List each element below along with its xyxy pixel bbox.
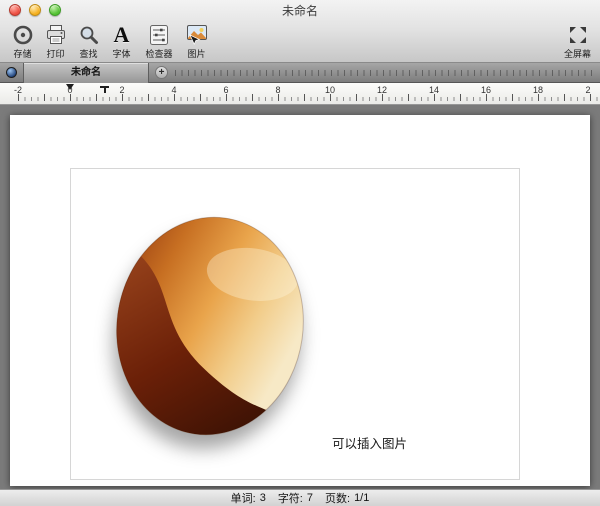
picture-button[interactable]: 图片: [180, 21, 213, 61]
magnifier-icon: [78, 22, 100, 47]
print-icon: [44, 22, 68, 47]
inspector-label: 检查器: [145, 47, 172, 60]
tab-stop-marker[interactable]: [100, 86, 109, 94]
ruler-label: 6: [223, 85, 228, 95]
page[interactable]: 可以插入图片: [10, 115, 590, 486]
find-button[interactable]: 查找: [72, 21, 105, 61]
find-label: 查找: [79, 47, 97, 60]
print-button[interactable]: 打印: [39, 21, 72, 61]
font-a-icon: A: [114, 22, 130, 47]
fullscreen-arrows-icon: [568, 22, 588, 47]
ruler-label: 8: [275, 85, 280, 95]
zoom-button[interactable]: [49, 4, 61, 16]
print-label: 打印: [46, 47, 64, 60]
save-button[interactable]: 存储: [6, 21, 39, 61]
font-button[interactable]: A 字体: [105, 21, 138, 61]
inspector-button[interactable]: 检查器: [138, 21, 180, 61]
tab-untitled[interactable]: 未命名: [23, 63, 149, 83]
coffee-bean-image[interactable]: [110, 211, 310, 441]
toolbar: 存储 打印: [0, 20, 600, 62]
title-bar[interactable]: 未命名: [0, 0, 600, 20]
fullscreen-label: 全屏幕: [564, 47, 591, 60]
app-window: 未命名 存储: [0, 0, 600, 506]
save-label: 存储: [13, 47, 31, 60]
picture-label: 图片: [187, 47, 205, 60]
font-label: 字体: [112, 47, 130, 60]
minimize-button[interactable]: [29, 4, 41, 16]
status-bar: 单词: 3 字符: 7 页数: 1/1: [0, 489, 600, 506]
document-area: 可以插入图片: [0, 105, 600, 489]
ruler-label: 10: [325, 85, 335, 95]
words-value: 3: [260, 492, 266, 504]
pages-value: 1/1: [354, 492, 369, 504]
save-icon: [12, 22, 34, 47]
add-tab-button[interactable]: +: [155, 66, 168, 79]
ruler[interactable]: -2 0 2 4 6 8 10 12 14 16 18 2: [0, 83, 600, 105]
traffic-lights: [9, 4, 61, 16]
window-header: 未命名 存储: [0, 0, 600, 63]
ruler-label: 12: [377, 85, 387, 95]
font-a-glyph: A: [114, 23, 130, 47]
tab-bar: 未命名 +: [0, 63, 600, 83]
ruler-label: 14: [429, 85, 439, 95]
window-title: 未命名: [282, 2, 318, 19]
words-label: 单词:: [231, 490, 256, 506]
ruler-label: 2: [119, 85, 124, 95]
add-tab-plus: +: [159, 67, 165, 78]
ruler-major-ticks: [18, 94, 598, 101]
ruler-label: 18: [533, 85, 543, 95]
inspector-icon: [149, 22, 169, 47]
fullscreen-button[interactable]: 全屏幕: [561, 21, 594, 61]
ruler-label: 2: [585, 85, 590, 95]
picture-icon: [185, 22, 209, 47]
pages-label: 页数:: [325, 490, 350, 506]
ruler-label: -2: [14, 85, 22, 95]
chars-value: 7: [307, 492, 313, 504]
document-orb-icon: [6, 67, 17, 78]
caption-text[interactable]: 可以插入图片: [332, 433, 407, 452]
tab-label: 未命名: [71, 67, 101, 78]
close-button[interactable]: [9, 4, 21, 16]
ruler-label: 4: [171, 85, 176, 95]
chars-label: 字符:: [278, 490, 303, 506]
ruler-label: 16: [481, 85, 491, 95]
indent-marker[interactable]: [66, 84, 74, 90]
